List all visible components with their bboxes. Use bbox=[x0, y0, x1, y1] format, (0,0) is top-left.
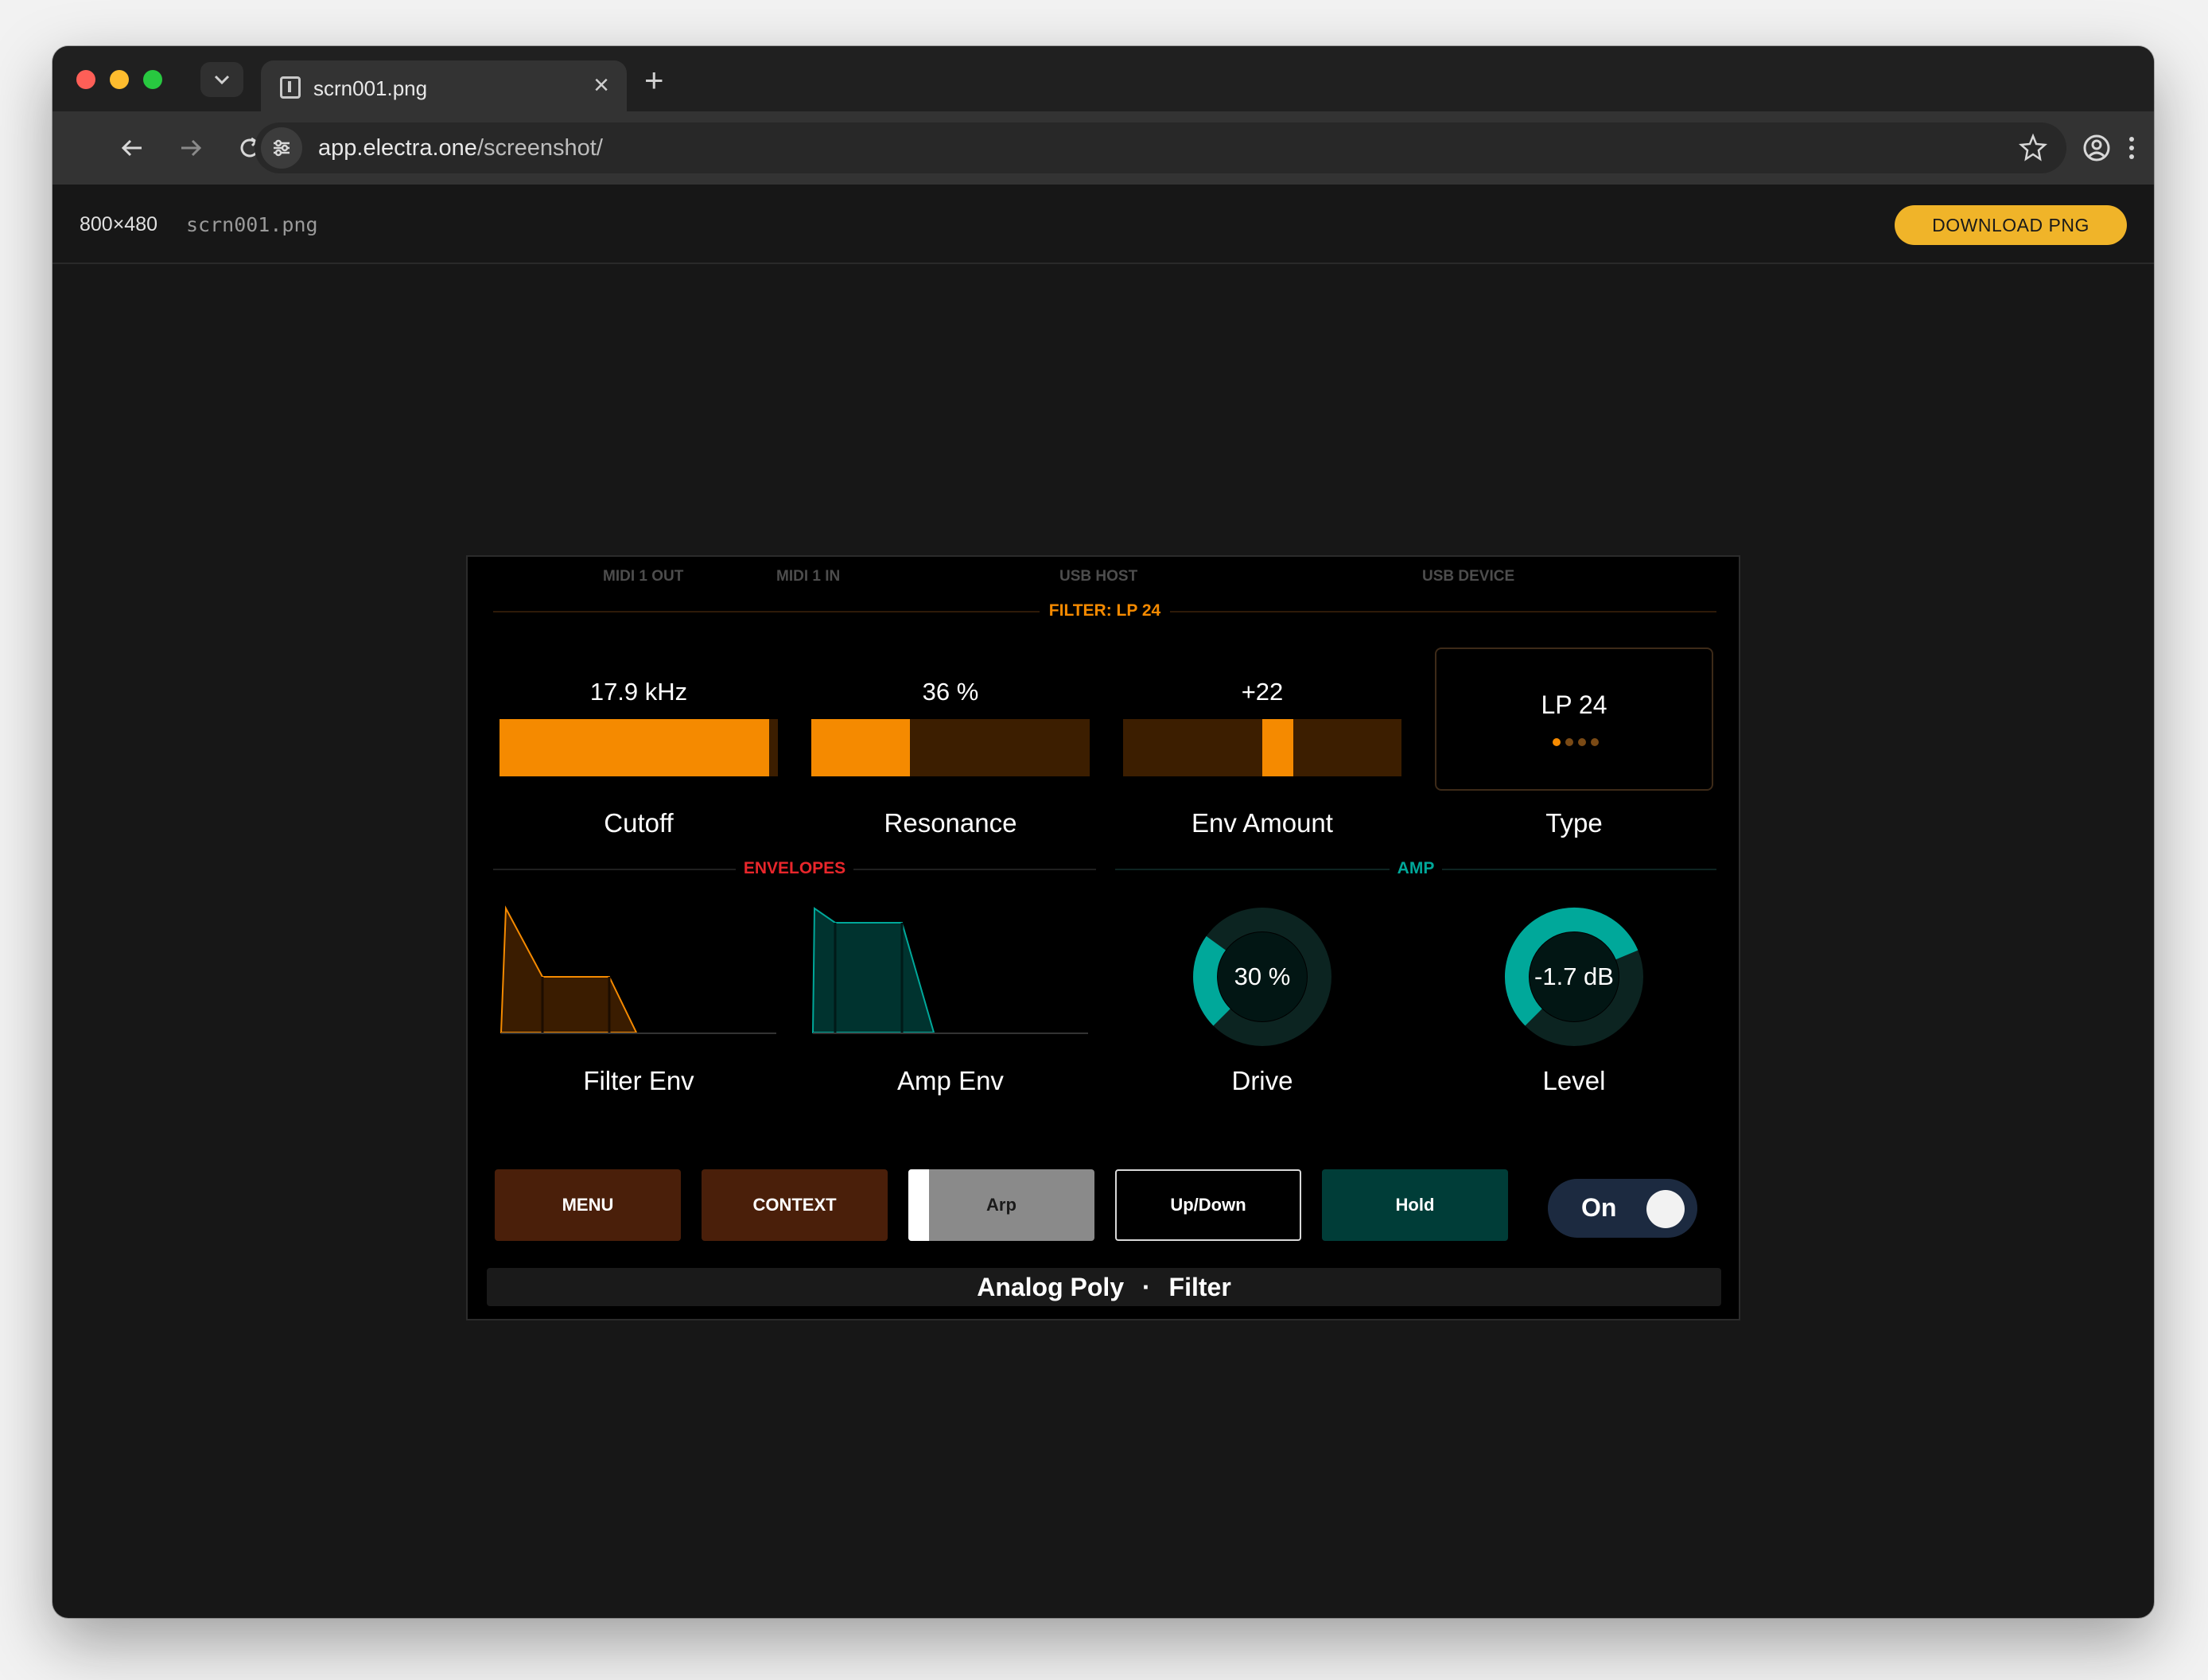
preset-footer-text: Analog Poly · Filter bbox=[487, 1273, 1721, 1302]
filter-section-title-text: FILTER: LP 24 bbox=[1039, 601, 1171, 620]
filter-type-option-dot bbox=[1578, 738, 1586, 746]
tab-search-button[interactable] bbox=[200, 62, 243, 97]
browser-window: scrn001.png × + app.electra.one/screensh… bbox=[52, 46, 2154, 1618]
env-amount-fader[interactable] bbox=[1123, 719, 1401, 776]
profile-button[interactable] bbox=[2079, 130, 2114, 165]
envelopes-section-title: ENVELOPES bbox=[493, 859, 1096, 878]
page-name: Filter bbox=[1168, 1273, 1231, 1301]
filter-env-graph[interactable] bbox=[500, 905, 778, 1036]
amp-env-label: Amp Env bbox=[897, 1066, 1004, 1095]
drive-value: 30 % bbox=[1234, 962, 1291, 990]
status-usb-host: USB HOST bbox=[1059, 568, 1138, 585]
forward-button[interactable] bbox=[173, 130, 208, 165]
arp-pad[interactable]: Arp bbox=[908, 1169, 1094, 1241]
filter-section-title: FILTER: LP 24 bbox=[468, 601, 1742, 620]
resonance-label: Resonance bbox=[884, 808, 1017, 838]
back-button[interactable] bbox=[115, 130, 150, 165]
amp-env-graph[interactable] bbox=[811, 905, 1090, 1036]
on-toggle-label: On bbox=[1581, 1193, 1617, 1222]
cutoff-fader[interactable] bbox=[500, 719, 778, 776]
filter-type-value: LP 24 bbox=[1541, 690, 1607, 719]
arp-pad-indicator bbox=[908, 1169, 929, 1241]
site-settings-button[interactable] bbox=[261, 127, 302, 169]
arrow-left-icon bbox=[121, 139, 142, 157]
preset-name: Analog Poly bbox=[977, 1273, 1125, 1301]
address-bar[interactable]: app.electra.one/screenshot/ bbox=[255, 122, 2066, 173]
context-button[interactable]: CONTEXT bbox=[702, 1169, 888, 1241]
filter-type-option-dots bbox=[1553, 738, 1599, 746]
cutoff-value: 17.9 kHz bbox=[589, 678, 688, 706]
amp-env-shape bbox=[811, 907, 935, 1033]
tab-close-icon[interactable]: × bbox=[593, 72, 609, 99]
tab-strip: scrn001.png × + bbox=[52, 46, 2154, 111]
filter-type-option-dot bbox=[1553, 738, 1561, 746]
cutoff-fader-fill bbox=[500, 719, 769, 776]
image-dimensions: 800×480 bbox=[80, 213, 158, 235]
resonance-value: 36 % bbox=[922, 678, 979, 706]
resonance-fader[interactable] bbox=[811, 719, 1090, 776]
status-usb-device: USB DEVICE bbox=[1422, 568, 1515, 585]
download-png-button[interactable]: DOWNLOAD PNG bbox=[1895, 205, 2127, 245]
cutoff-fader-end bbox=[772, 719, 778, 776]
profile-icon bbox=[2083, 134, 2110, 161]
level-value: -1.7 dB bbox=[1534, 962, 1614, 990]
amp-section-title: AMP bbox=[1115, 859, 1716, 878]
env-amount-fader-fill bbox=[1262, 719, 1293, 776]
level-label: Level bbox=[1542, 1066, 1606, 1095]
close-window-button[interactable] bbox=[76, 70, 95, 89]
filter-type-option-dot bbox=[1565, 738, 1573, 746]
env-amount-label: Env Amount bbox=[1191, 808, 1333, 838]
filter-type-label: Type bbox=[1545, 808, 1603, 838]
filter-env-shape bbox=[500, 905, 638, 1033]
envelopes-section-title-text: ENVELOPES bbox=[735, 859, 854, 877]
favicon-icon bbox=[280, 76, 301, 99]
cutoff-label: Cutoff bbox=[604, 808, 674, 838]
updown-pad[interactable]: Up/Down bbox=[1115, 1169, 1301, 1241]
browser-menu-button[interactable] bbox=[2114, 130, 2149, 165]
minimize-window-button[interactable] bbox=[110, 70, 129, 89]
resonance-fader-fill bbox=[811, 719, 910, 776]
chevron-down-icon bbox=[214, 75, 230, 85]
drive-label: Drive bbox=[1231, 1066, 1293, 1095]
status-midi1-out: MIDI 1 OUT bbox=[603, 568, 684, 585]
tune-icon bbox=[274, 139, 290, 157]
on-toggle[interactable]: On bbox=[1548, 1179, 1697, 1238]
filter-env-label: Filter Env bbox=[583, 1066, 694, 1095]
menu-button[interactable]: MENU bbox=[495, 1169, 681, 1241]
browser-tab-active[interactable]: scrn001.png × bbox=[261, 60, 627, 111]
zoom-window-button[interactable] bbox=[143, 70, 162, 89]
amp-section-title-text: AMP bbox=[1389, 859, 1443, 877]
browser-toolbar: app.electra.one/screenshot/ bbox=[52, 111, 2154, 185]
on-toggle-knob bbox=[1646, 1190, 1685, 1228]
footer-separator: · bbox=[1142, 1273, 1151, 1301]
image-filename: scrn001.png bbox=[186, 213, 318, 236]
url-text: app.electra.one/screenshot/ bbox=[318, 135, 603, 161]
preset-footer-bar[interactable]: Analog Poly · Filter bbox=[487, 1268, 1721, 1306]
hold-pad[interactable]: Hold bbox=[1322, 1169, 1508, 1241]
url-host: app.electra.one bbox=[318, 135, 477, 161]
more-vertical-icon bbox=[2129, 137, 2134, 159]
env-amount-value: +22 bbox=[1241, 678, 1284, 706]
new-tab-button[interactable]: + bbox=[644, 64, 664, 97]
tab-title: scrn001.png bbox=[313, 76, 428, 100]
filter-type-option-dot bbox=[1591, 738, 1599, 746]
arp-pad-label: Arp bbox=[986, 1195, 1017, 1215]
device-screen: MIDI 1 OUT MIDI 1 IN USB HOST USB DEVICE… bbox=[466, 555, 1740, 1320]
screenshot-info-bar: 800×480 scrn001.png DOWNLOAD PNG bbox=[52, 185, 2154, 264]
url-path: /screenshot/ bbox=[476, 135, 603, 161]
status-midi1-in: MIDI 1 IN bbox=[776, 568, 841, 585]
star-icon bbox=[2018, 133, 2048, 161]
bookmark-button[interactable] bbox=[2017, 132, 2049, 168]
filter-type-selector[interactable]: LP 24 bbox=[1435, 648, 1713, 791]
arrow-right-icon bbox=[181, 139, 202, 157]
